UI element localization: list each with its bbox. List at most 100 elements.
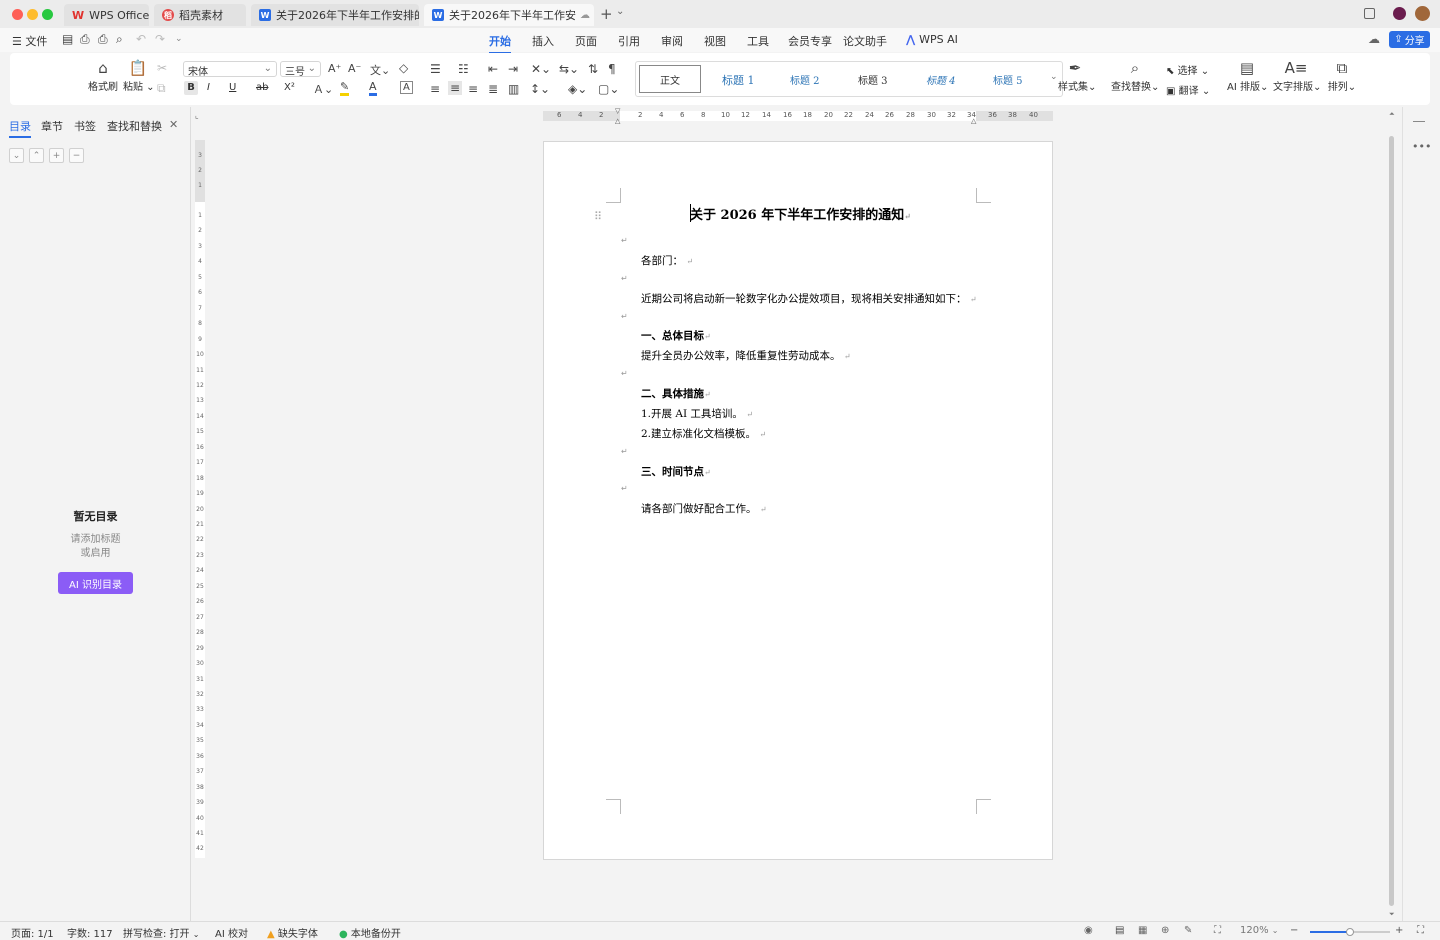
section-heading-3[interactable]: 三、时间节点↵ xyxy=(641,464,711,479)
spell-check-toggle[interactable]: 拼写检查: 打开 ⌄ xyxy=(123,925,199,940)
scroll-up-icon[interactable]: ⏶ xyxy=(1389,110,1395,119)
numbered-list-icon[interactable]: ☷ xyxy=(458,62,469,76)
tab-wps-office[interactable]: W WPS Office xyxy=(64,4,149,26)
tab-list-dropdown[interactable]: ⌄ xyxy=(616,6,624,17)
format-painter-button[interactable]: ⌂ 格式刷 xyxy=(88,59,118,93)
menu-page[interactable]: 页面 xyxy=(575,33,597,49)
menu-tools[interactable]: 工具 xyxy=(747,33,769,49)
chinese-layout-icon[interactable]: ✕⌄ xyxy=(531,62,551,76)
char-border-icon[interactable]: A xyxy=(400,81,413,94)
menu-wps-ai[interactable]: ⋀ WPS AI xyxy=(906,33,958,46)
section-2-item-2[interactable]: 2.建立标准化文档模板。 ↵ xyxy=(641,426,766,441)
add-heading-icon[interactable]: + xyxy=(49,148,64,163)
horizontal-ruler[interactable]: 6 4 2 2 4 6 8 10 12 14 16 18 20 22 24 26 28 30 32 34 36 38 40 … xyxy=(543,107,1053,125)
clear-format-icon[interactable]: ◇ xyxy=(399,61,408,75)
zoom-level-select[interactable]: 120% ⌄ xyxy=(1240,925,1278,936)
line-spacing-icon[interactable]: ↕⌄ xyxy=(530,82,550,96)
more-options-icon[interactable]: ••• xyxy=(1412,140,1431,153)
user-avatar[interactable] xyxy=(1415,6,1430,21)
zoom-window-button[interactable] xyxy=(42,9,53,20)
font-name-select[interactable]: 宋体 ⌄ xyxy=(183,61,277,78)
first-line-indent-marker[interactable]: ▽ xyxy=(615,107,620,115)
show-marks-icon[interactable]: ¶ xyxy=(608,62,616,76)
italic-button[interactable]: I xyxy=(207,82,210,93)
strikethrough-button[interactable]: ab xyxy=(256,82,268,93)
text-direction-icon[interactable]: ⇆⌄ xyxy=(559,62,579,76)
menu-insert[interactable]: 插入 xyxy=(532,33,554,49)
app-menu-icon[interactable] xyxy=(1393,7,1406,20)
fullscreen-icon[interactable]: ⛶ xyxy=(1417,925,1424,936)
grow-font-icon[interactable]: A⁺ xyxy=(328,62,341,75)
minimize-window-button[interactable] xyxy=(27,9,38,20)
zoom-out-icon[interactable]: − xyxy=(1290,925,1298,936)
undo-icon[interactable]: ↶ xyxy=(136,32,146,46)
document-title[interactable]: 关于 2026 年下半年工作安排的通知↵ xyxy=(690,204,911,223)
copy-icon[interactable]: ⧉ xyxy=(157,81,166,96)
style-heading-4[interactable]: 标题 4 xyxy=(926,72,956,87)
bold-button[interactable]: B xyxy=(184,81,198,95)
cut-icon[interactable]: ✂ xyxy=(157,61,167,75)
underline-button[interactable]: U xyxy=(229,82,236,93)
quick-access-dropdown-icon[interactable]: ⌄ xyxy=(175,34,183,44)
new-tab-button[interactable]: + xyxy=(600,5,613,23)
print-preview-icon[interactable]: ⌕ xyxy=(116,32,123,47)
text-layout-button[interactable]: A≡ 文字排版⌄ xyxy=(1273,59,1321,93)
word-count[interactable]: 字数: 117 xyxy=(67,925,113,940)
style-heading-5[interactable]: 标题 5 xyxy=(993,72,1023,87)
menu-home[interactable]: 开始 xyxy=(489,33,511,54)
ai-recognize-toc-button[interactable]: AI 识别目录 xyxy=(58,572,133,594)
style-heading-1[interactable]: 标题 1 xyxy=(722,72,755,88)
menu-view[interactable]: 视图 xyxy=(704,33,726,49)
nav-tab-bookmarks[interactable]: 书签 xyxy=(74,118,96,134)
closing-paragraph[interactable]: 请各部门做好配合工作。 ↵ xyxy=(641,501,767,516)
font-size-select[interactable]: 三号 ⌄ xyxy=(280,61,321,78)
close-window-button[interactable] xyxy=(12,9,23,20)
vertical-ruler[interactable]: 3 2 1 1 2 3 4 5 6 7 8 9 10 11 12 13 14 15 16 17 18 19 20 21 22 23… xyxy=(195,140,205,858)
zoom-in-icon[interactable]: + xyxy=(1395,925,1403,936)
superscript-button[interactable]: X² xyxy=(284,82,295,93)
scroll-down-icon[interactable]: ⏷ xyxy=(1389,910,1395,919)
vertical-scrollbar[interactable] xyxy=(1389,136,1394,906)
sort-icon[interactable]: ⇅ xyxy=(588,62,598,76)
print-icon[interactable]: ⎙ xyxy=(98,32,108,47)
font-color-icon[interactable]: A xyxy=(369,80,377,96)
arrange-button[interactable]: ⧉ 排列⌄ xyxy=(1327,59,1357,93)
tab-daoke[interactable]: 稻 稻壳素材 xyxy=(154,4,246,26)
missing-font-button[interactable]: ▲ 缺失字体 xyxy=(267,925,318,940)
zoom-slider-thumb[interactable] xyxy=(1346,928,1354,936)
menu-paper-assistant[interactable]: 论文助手 xyxy=(843,33,887,49)
redo-icon[interactable]: ↷ xyxy=(155,32,165,46)
highlight-icon[interactable]: ✎ xyxy=(340,80,350,96)
export-icon[interactable]: ⎙ xyxy=(80,32,90,47)
section-2-item-1[interactable]: 1.开展 AI 工具培训。 ↵ xyxy=(641,406,753,421)
align-right-icon[interactable]: ≡ xyxy=(468,82,478,96)
bullet-list-icon[interactable]: ☰ xyxy=(430,62,441,76)
ai-proofread-button[interactable]: AI 校对 xyxy=(215,925,248,940)
style-heading-2[interactable]: 标题 2 xyxy=(790,72,820,87)
tab-document-2[interactable]: W 关于2026年下半年工作安 ☁ ✕ xyxy=(424,4,594,26)
zoom-slider[interactable] xyxy=(1310,928,1390,936)
text-effect-icon[interactable]: Ａ⌄ xyxy=(313,81,333,97)
expand-icon[interactable]: ⌃ xyxy=(29,148,44,163)
right-indent-marker[interactable]: △ xyxy=(971,117,976,125)
justify-icon[interactable]: ≣ xyxy=(488,82,498,96)
border-icon[interactable]: ▢⌄ xyxy=(598,82,619,96)
web-view-icon[interactable]: ⊕ xyxy=(1161,925,1169,936)
fit-width-icon[interactable]: ⛶ xyxy=(1214,925,1221,936)
menu-references[interactable]: 引用 xyxy=(618,33,640,49)
page-view-icon[interactable]: ▤ xyxy=(1115,925,1124,936)
align-left-icon[interactable]: ≡ xyxy=(430,82,440,96)
eye-protect-icon[interactable]: ◉ xyxy=(1084,925,1093,936)
align-center-icon[interactable]: ≡ xyxy=(448,81,463,95)
translate-button[interactable]: ▣ 翻译 ⌄ xyxy=(1166,82,1210,97)
save-icon[interactable]: ▤ xyxy=(62,32,73,46)
window-layout-icon[interactable] xyxy=(1364,8,1375,19)
local-backup-status[interactable]: ● 本地备份开 xyxy=(339,925,401,940)
section-1-paragraph[interactable]: 提升全员办公效率，降低重复性劳动成本。 ↵ xyxy=(641,348,851,363)
section-heading-1[interactable]: 一、总体目标↵ xyxy=(641,328,711,343)
select-button[interactable]: ⬉ 选择 ⌄ xyxy=(1166,62,1209,77)
distributed-icon[interactable]: ▥ xyxy=(508,82,519,96)
collapse-icon[interactable]: ⌄ xyxy=(9,148,24,163)
nav-tab-chapters[interactable]: 章节 xyxy=(41,118,63,134)
tab-document-1[interactable]: W 关于2026年下半年工作安排的 ☁ xyxy=(251,4,419,26)
